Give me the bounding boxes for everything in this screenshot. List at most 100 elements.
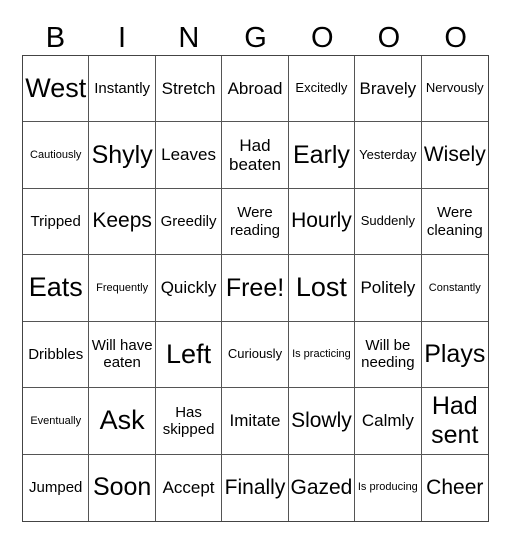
bingo-cell-text: Instantly [94, 80, 151, 98]
bingo-cell[interactable]: Eats [23, 255, 90, 322]
bingo-cell-text: Early [292, 140, 350, 169]
bingo-cell[interactable]: Soon [89, 454, 156, 521]
bingo-cell-text: Eventually [30, 414, 82, 427]
bingo-cell[interactable]: Cautiously [23, 122, 90, 189]
bingo-cell-text: Ask [99, 405, 145, 436]
bingo-card-grid: West Instantly Stretch Abroad Excitedly Brave… [22, 55, 489, 522]
bingo-cell-text: Quickly [160, 278, 217, 298]
bingo-cell[interactable]: Gazed [289, 454, 356, 521]
bingo-cell-text: Keeps [92, 209, 152, 233]
bingo-cell-text: Hourly [291, 209, 352, 233]
bingo-cell[interactable]: Frequently [89, 255, 156, 322]
bingo-cell[interactable]: Bravely [355, 56, 422, 123]
bingo-cell[interactable]: Plays [421, 322, 488, 389]
bingo-cell[interactable]: Ask [89, 388, 156, 455]
bingo-cell[interactable]: Tripped [23, 188, 90, 256]
bingo-cell[interactable]: Free! [222, 255, 289, 322]
bingo-cell-text: Finally [224, 475, 286, 499]
bingo-cell-text: Plays [424, 340, 486, 369]
bingo-cell[interactable]: Yesterday [355, 122, 422, 189]
bingo-cell-text: Slowly [291, 408, 352, 432]
header-letter-g: G [244, 22, 267, 54]
bingo-cell-text: Abroad [227, 78, 283, 98]
bingo-cell[interactable]: Cheer [422, 455, 488, 521]
bingo-cell-text: Free! [225, 273, 285, 302]
bingo-cell-text: Eats [28, 272, 83, 303]
bingo-cell-text: Politely [360, 278, 416, 298]
bingo-cell[interactable]: Curiously [222, 321, 289, 389]
bingo-cell-text: Stretch [161, 78, 216, 98]
bingo-cell[interactable]: Were reading [222, 188, 289, 256]
bingo-cell[interactable]: Wisely [421, 122, 488, 189]
header-letter-o: O [444, 22, 467, 54]
bingo-cell[interactable]: Will be needing [355, 321, 422, 389]
bingo-cell[interactable]: Is producing [355, 454, 422, 521]
bingo-cell-text: Cheer [426, 475, 484, 499]
bingo-cell-text: Is practicing [292, 348, 351, 361]
bingo-cell-text: Lost [295, 272, 347, 303]
bingo-header: B I N G O O O [22, 20, 489, 56]
header-letter-b: B [45, 22, 66, 54]
bingo-cell-text: Greedily [160, 212, 217, 230]
bingo-cell[interactable]: Lost [288, 255, 356, 322]
bingo-cell-text: Has skipped [162, 403, 215, 438]
header-letter-i: I [118, 22, 127, 54]
bingo-cell-text: Accept [162, 478, 215, 497]
bingo-cell-text: Were cleaning [426, 204, 483, 239]
bingo-cell-text: Had beaten [228, 135, 281, 175]
header-letter-n: N [178, 22, 200, 54]
bingo-cell[interactable]: Instantly [89, 56, 156, 123]
bingo-cell[interactable]: Had sent [421, 388, 488, 455]
bingo-cell-text: Leaves [161, 145, 216, 165]
bingo-cell-text: Excitedly [295, 80, 348, 96]
bingo-cell[interactable]: Keeps [89, 188, 156, 256]
bingo-cell[interactable]: Finally [222, 454, 289, 521]
bingo-cell[interactable]: West [23, 56, 90, 123]
bingo-cell[interactable]: Constantly [421, 255, 488, 322]
bingo-cell[interactable]: Shyly [89, 122, 156, 189]
bingo-cell[interactable]: Has skipped [155, 388, 223, 455]
bingo-cell[interactable]: Leaves [155, 122, 223, 189]
bingo-cell-text: Dribbles [28, 345, 84, 363]
bingo-cell[interactable]: Hourly [288, 188, 356, 256]
bingo-cell-text: Curiously [227, 345, 283, 361]
bingo-cell-text: Suddenly [360, 213, 415, 229]
bingo-cell[interactable]: Left [155, 321, 223, 389]
bingo-cell[interactable]: Eventually [23, 388, 90, 455]
bingo-cell-text: Constantly [428, 281, 481, 294]
bingo-cell[interactable]: Imitate [222, 388, 289, 455]
bingo-cell[interactable]: Is practicing [288, 321, 356, 389]
bingo-cell[interactable]: Were cleaning [421, 189, 488, 256]
bingo-cell[interactable]: Nervously [421, 56, 488, 123]
bingo-cell-text: Calmly [361, 411, 414, 431]
header-letter-o: O [377, 22, 401, 54]
bingo-cell-text: Gazed [290, 475, 353, 499]
bingo-cell[interactable]: Had beaten [222, 122, 289, 189]
bingo-cell-text: Cautiously [30, 148, 82, 161]
bingo-cell[interactable]: Jumped [23, 454, 90, 521]
bingo-cell-text: Nervously [425, 80, 484, 96]
bingo-cell[interactable]: Slowly [288, 388, 356, 455]
bingo-cell[interactable]: Suddenly [355, 188, 422, 256]
bingo-cell[interactable]: Early [288, 122, 356, 189]
bingo-cell-text: Were reading [229, 204, 281, 239]
bingo-cell[interactable]: Quickly [155, 255, 223, 322]
bingo-cell-text: Will be needing [361, 337, 415, 372]
bingo-cell[interactable]: Calmly [355, 388, 422, 455]
bingo-cell-text: Yesterday [359, 146, 417, 162]
bingo-cell-text: Had sent [431, 392, 479, 449]
bingo-cell[interactable]: Will have eaten [89, 321, 156, 389]
bingo-cell[interactable]: Abroad [222, 56, 289, 123]
bingo-cell[interactable]: Stretch [155, 56, 223, 123]
bingo-cell-text: West [25, 73, 87, 104]
bingo-cell[interactable]: Dribbles [23, 321, 90, 389]
bingo-cell-text: Imitate [229, 411, 281, 431]
bingo-cell[interactable]: Accept [156, 454, 223, 521]
bingo-cell-text: Bravely [359, 78, 417, 98]
bingo-cell[interactable]: Excitedly [288, 56, 356, 123]
bingo-cell[interactable]: Politely [355, 255, 422, 322]
header-letter-o: O [310, 22, 334, 54]
bingo-cell-text: Will have eaten [91, 337, 153, 372]
bingo-cell-text: Frequently [96, 281, 149, 294]
bingo-cell[interactable]: Greedily [155, 188, 223, 256]
